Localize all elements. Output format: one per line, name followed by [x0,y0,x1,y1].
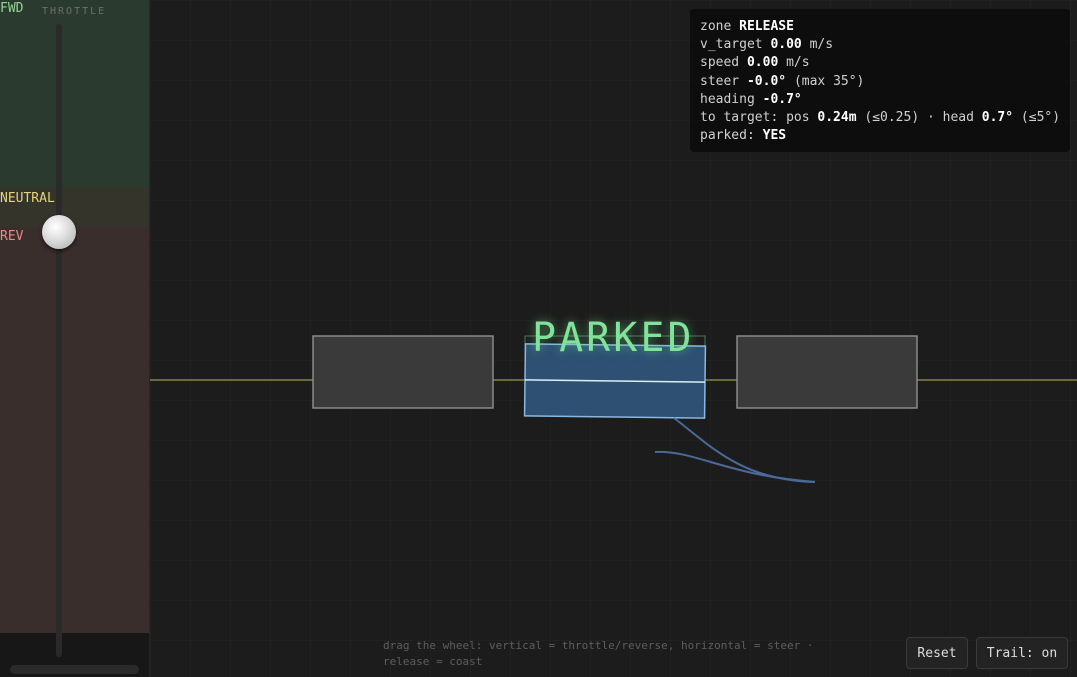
hud-vtarget-row: v_target 0.00 m/s [700,36,1060,54]
parked-value: YES [762,128,787,144]
hud-heading-row: heading -0.7° [700,91,1060,109]
parked-car-left [312,335,494,409]
forward-zone-label: FWD [0,1,24,16]
heading-label: heading [700,91,755,107]
reset-button[interactable]: Reset [906,637,968,669]
target-label: to target: pos [700,110,810,126]
trail-path-2 [654,450,816,483]
trail-toggle-button[interactable]: Trail: on [976,637,1068,669]
speed-unit: m/s [786,55,810,71]
throttle-track[interactable] [56,24,62,657]
zone-value: RELEASE [739,19,794,34]
v-target-unit: m/s [809,37,834,53]
steer-label: steer [700,73,740,89]
throttle-knob[interactable] [42,215,76,249]
forward-zone [0,0,149,188]
speed-value: 0.00 [746,55,779,71]
steer-value: -0.0° [746,73,787,89]
hud-steer-row: steer -0.0° (max 35°) [700,73,1060,91]
speed-label: speed [700,55,740,71]
throttle-title: THROTTLE [42,6,107,17]
parked-status-label: PARKED [532,315,695,361]
parked-car-right [736,335,918,409]
app-root: FWD NEUTRAL REV THROTTLE PARKED zone REL… [0,0,1077,677]
horizontal-scrollbar[interactable] [10,665,139,674]
steer-max: (max 35°) [793,73,865,89]
hud-speed-row: speed 0.00 m/s [700,54,1060,72]
telemetry-hud: zone RELEASE v_target 0.00 m/s speed 0.0… [690,9,1070,152]
reverse-zone-label: REV [0,229,24,244]
hud-parked-row: parked: YES [700,127,1060,145]
v-target-label: v_target [700,37,763,53]
throttle-panel: FWD NEUTRAL REV THROTTLE [0,0,150,677]
controls-hint: drag the wheel: vertical = throttle/reve… [383,639,814,668]
v-target-value: 0.00 [770,37,802,53]
target-head-tolerance: (≤5°) [1020,110,1061,126]
reverse-zone [0,227,149,633]
neutral-zone-label: NEUTRAL [0,191,55,206]
heading-value: -0.7° [762,91,802,107]
target-head-value: 0.7° [981,110,1014,126]
zone-label: zone [700,19,732,34]
parked-label: parked: [700,128,755,144]
target-pos-value: 0.24m [817,110,857,126]
hud-target-row: to target: pos 0.24m (≤0.25) · head 0.7°… [700,109,1060,127]
hud-zone-row: zone RELEASE [700,18,1060,36]
target-pos-tolerance: (≤0.25) · head [864,110,974,126]
trail-path-1 [673,417,816,483]
